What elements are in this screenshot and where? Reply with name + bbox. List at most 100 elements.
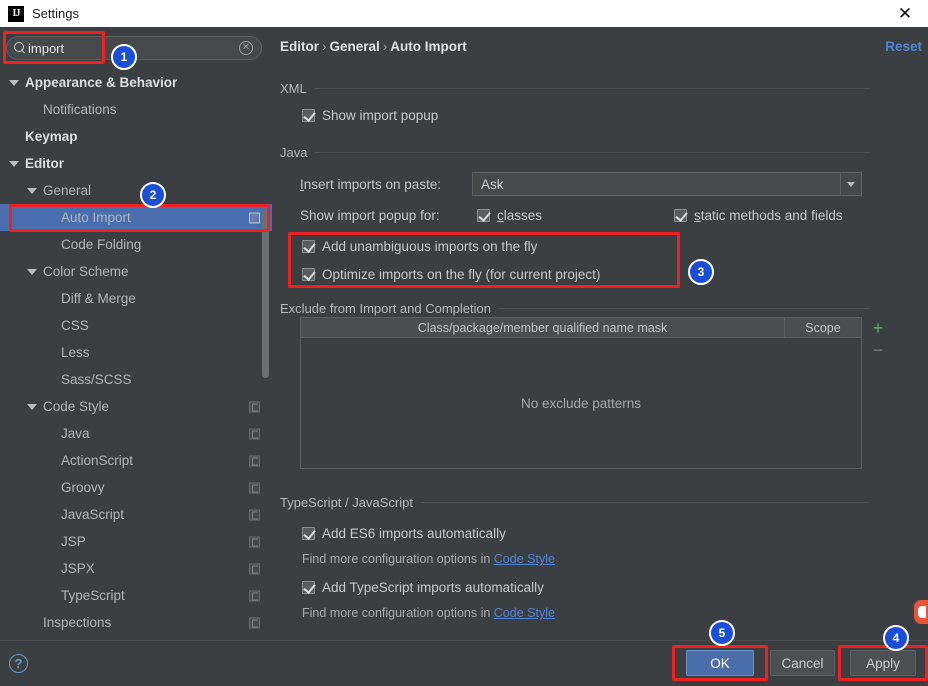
- checkbox-label: classes: [497, 208, 543, 223]
- sidebar-scrollbar[interactable]: [262, 210, 269, 378]
- chevron-down-icon[interactable]: [26, 185, 38, 197]
- sidebar-item-jspx[interactable]: JSPX: [0, 555, 272, 582]
- project-scope-icon: [249, 617, 260, 628]
- sidebar-item-css[interactable]: CSS: [0, 312, 272, 339]
- checkbox-optimize-imports[interactable]: Optimize imports on the fly (for current…: [302, 267, 600, 282]
- close-icon[interactable]: ✕: [882, 0, 928, 27]
- checkbox-icon: [477, 209, 490, 222]
- sidebar-item-label: Java: [61, 426, 90, 441]
- sidebar-item-color-scheme[interactable]: Color Scheme: [0, 258, 272, 285]
- help-icon[interactable]: ?: [9, 654, 28, 673]
- checkbox-add-es6-imports[interactable]: Add ES6 imports automatically: [302, 526, 506, 541]
- project-scope-icon: [249, 509, 260, 520]
- add-pattern-button[interactable]: +: [868, 317, 888, 339]
- chevron-down-icon[interactable]: [26, 401, 38, 413]
- sidebar-item-label: JSP: [61, 534, 86, 549]
- annotation-badge-3: 3: [688, 259, 714, 285]
- chevron-down-icon[interactable]: [8, 77, 20, 89]
- sidebar-item-notifications[interactable]: Notifications: [0, 96, 272, 123]
- sidebar-item-label: JavaScript: [61, 507, 125, 522]
- sidebar-item-code-style[interactable]: Code Style: [0, 393, 272, 420]
- project-scope-icon: [249, 590, 260, 601]
- sidebar-item-label: General: [43, 183, 92, 198]
- sidebar-item-code-folding[interactable]: Code Folding: [0, 231, 272, 258]
- sidebar-item-java[interactable]: Java: [0, 420, 272, 447]
- reset-link[interactable]: Reset: [885, 39, 922, 54]
- settings-sidebar: import ✕ Appearance & Behavior Notificati…: [0, 27, 272, 640]
- label-show-import-popup-for: Show import popup for:: [300, 208, 440, 223]
- insert-imports-select[interactable]: Ask: [472, 172, 862, 196]
- exclude-patterns-table: Class/package/member qualified name mask…: [300, 317, 862, 469]
- checkbox-icon: [674, 209, 687, 222]
- sidebar-item-label: Sass/SCSS: [61, 372, 132, 387]
- checkbox-label: Optimize imports on the fly (for current…: [322, 267, 601, 282]
- breadcrumb-part-general[interactable]: General: [330, 39, 380, 54]
- project-scope-icon: [249, 482, 260, 493]
- table-column-header-mask[interactable]: Class/package/member qualified name mask: [301, 318, 785, 337]
- section-divider-java: [315, 152, 870, 153]
- breadcrumb-part-editor[interactable]: Editor: [280, 39, 319, 54]
- settings-dialog: IJ Settings ✕ import ✕ Appearance & Beha…: [0, 0, 928, 686]
- sidebar-item-typescript[interactable]: TypeScript: [0, 582, 272, 609]
- sidebar-item-label: TypeScript: [61, 588, 125, 603]
- table-column-header-scope[interactable]: Scope: [785, 318, 861, 337]
- remove-pattern-button[interactable]: −: [868, 339, 888, 361]
- sidebar-item-javascript[interactable]: JavaScript: [0, 501, 272, 528]
- chevron-down-icon[interactable]: [840, 173, 861, 195]
- checkbox-icon: [302, 581, 315, 594]
- clear-search-icon[interactable]: ✕: [239, 41, 253, 55]
- annotation-badge-4: 4: [883, 625, 909, 651]
- ok-button[interactable]: OK: [686, 650, 754, 676]
- sidebar-item-label: Appearance & Behavior: [25, 75, 178, 90]
- apply-button[interactable]: Apply: [850, 650, 916, 676]
- section-header-tsjs: TypeScript / JavaScript: [280, 495, 870, 510]
- sidebar-item-label: Auto Import: [61, 210, 131, 225]
- section-label-tsjs: TypeScript / JavaScript: [280, 495, 413, 510]
- code-style-link-es6[interactable]: Code Style: [494, 552, 555, 566]
- table-empty-state: No exclude patterns: [520, 395, 642, 411]
- chevron-down-icon[interactable]: [26, 266, 38, 278]
- sidebar-item-auto-import[interactable]: Auto Import: [0, 204, 272, 231]
- breadcrumb-part-auto-import: Auto Import: [390, 39, 467, 54]
- sidebar-item-general[interactable]: General: [0, 177, 272, 204]
- sidebar-item-appearance-behavior[interactable]: Appearance & Behavior: [0, 69, 272, 96]
- checkbox-add-typescript-imports[interactable]: Add TypeScript imports automatically: [302, 580, 544, 595]
- sidebar-item-inspections[interactable]: Inspections: [0, 609, 272, 636]
- sidebar-item-sass-scss[interactable]: Sass/SCSS: [0, 366, 272, 393]
- sidebar-item-label: Diff & Merge: [61, 291, 136, 306]
- chevron-down-icon[interactable]: [8, 158, 20, 170]
- sidebar-item-editor[interactable]: Editor: [0, 150, 272, 177]
- annotation-badge-1: 1: [111, 44, 137, 70]
- section-divider-exclude: [498, 308, 870, 309]
- sidebar-item-diff-merge[interactable]: Diff & Merge: [0, 285, 272, 312]
- app-logo-icon: IJ: [8, 5, 24, 22]
- checkbox-static-methods-and-fields[interactable]: static methods and fields: [674, 208, 843, 223]
- sidebar-item-groovy[interactable]: Groovy: [0, 474, 272, 501]
- checkbox-show-import-popup[interactable]: Show import popup: [302, 108, 438, 123]
- sidebar-item-label: Color Scheme: [43, 264, 129, 279]
- sidebar-item-less[interactable]: Less: [0, 339, 272, 366]
- sidebar-item-actionscript[interactable]: ActionScript: [0, 447, 272, 474]
- sidebar-item-label: Keymap: [25, 129, 78, 144]
- sidebar-item-keymap[interactable]: Keymap: [0, 123, 272, 150]
- section-label-xml: XML: [280, 81, 307, 96]
- code-style-link-typescript[interactable]: Code Style: [494, 606, 555, 620]
- checkbox-icon: [302, 240, 315, 253]
- table-header-row: Class/package/member qualified name mask…: [301, 318, 861, 338]
- sidebar-item-label: Code Style: [43, 399, 110, 414]
- checkbox-label: Add ES6 imports automatically: [322, 526, 506, 541]
- sidebar-item-jsp[interactable]: JSP: [0, 528, 272, 555]
- cancel-button[interactable]: Cancel: [770, 650, 835, 676]
- checkbox-add-unambiguous-imports[interactable]: Add unambiguous imports on the fly: [302, 239, 537, 254]
- checkbox-classes[interactable]: classes: [477, 208, 542, 223]
